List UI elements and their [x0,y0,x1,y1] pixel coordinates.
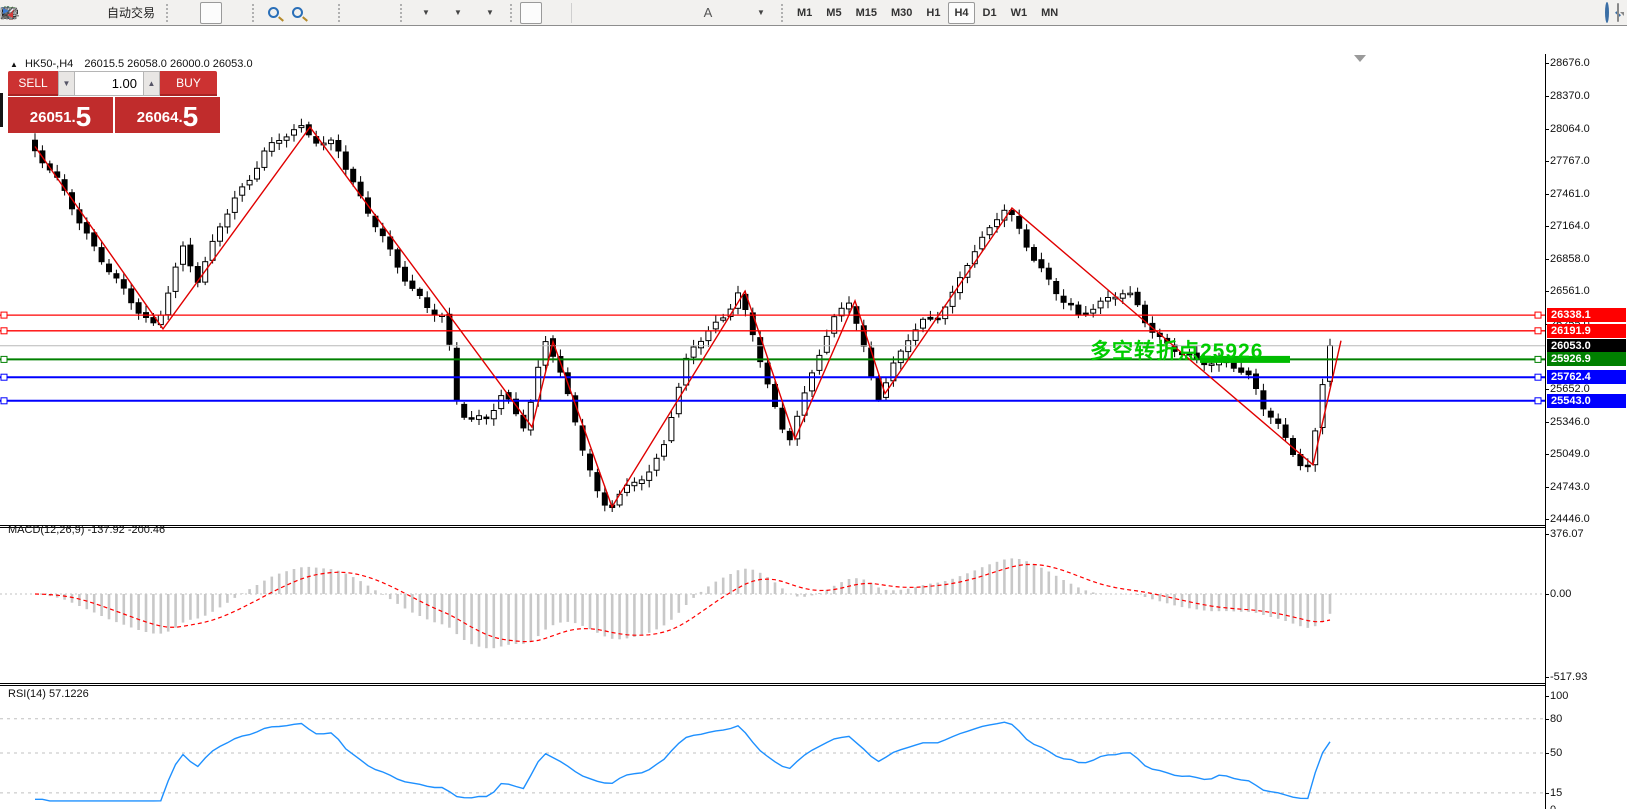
tab-timeframe-mn[interactable]: MN [1035,2,1064,24]
level-price-label: 25926.9 [1547,352,1626,366]
level-price-label: 26053.0 [1547,339,1626,353]
level-price-label: 25762.4 [1547,370,1626,384]
fibonacci-icon[interactable]: F [1,2,695,24]
price-tick-label: 27767.0 [1550,155,1590,167]
rsi-tick-label: 50 [1550,747,1563,759]
volume-input[interactable] [75,71,143,96]
price-tick-label: 28676.0 [1550,57,1590,69]
equidistant-channel-icon[interactable]: E [0,2,671,24]
one-click-trading-panel: SELL ▼ ▲ BUY 26051. 5 26064. 5 [8,71,220,133]
macd-splitter[interactable] [0,525,1546,526]
brush-icon[interactable] [1,2,49,24]
profile-icon[interactable] [1,2,73,24]
chart-shift-icon[interactable] [4,2,394,24]
rsi-panel-canvas[interactable] [0,686,1627,809]
zoom-in-icon[interactable] [262,2,284,24]
rsi-tick-label: 15 [1550,787,1563,799]
text-icon[interactable]: A [697,2,719,24]
tab-timeframe-m30[interactable]: M30 [885,2,918,24]
mt4-window: 单 自动交易 ▼ ▼ ▼ E F A T ▼ M1 [0,0,1627,809]
sell-price-small: 26051. [29,109,76,126]
auto-scroll-icon[interactable] [2,2,370,24]
level-price-label: 26338.1 [1547,308,1626,322]
chart-window[interactable]: ▲ HK50-,H4 26015.5 26058.0 26000.0 26053… [0,27,1627,809]
tab-timeframe-m5[interactable]: M5 [820,2,847,24]
tab-timeframe-h1[interactable]: H1 [920,2,946,24]
rsi-splitter[interactable] [0,683,1546,684]
price-tick-label: 28370.0 [1550,90,1590,102]
rsi-tick-label: 100 [1550,690,1569,702]
volume-decrease-button[interactable]: ▼ [58,71,75,96]
sell-price[interactable]: 26051. 5 [8,97,113,133]
tab-timeframe-d1[interactable]: D1 [977,2,1003,24]
tab-timeframe-w1[interactable]: W1 [1005,2,1034,24]
autotrade-label: 自动交易 [107,6,156,20]
macd-tick-label: 376.07 [1550,528,1584,540]
sell-price-big: 5 [75,101,92,132]
price-tick-label: 24446.0 [1550,513,1590,525]
candlestick-icon[interactable] [2,1,223,24]
price-tick-label: 24743.0 [1550,481,1590,493]
period-clock-icon[interactable]: ▼ [0,2,472,24]
line-chart-icon[interactable] [0,2,246,24]
pivot-annotation: 多空转折点25926 [1090,340,1264,363]
bar-chart-icon[interactable] [1,2,198,24]
tab-timeframe-m1[interactable]: M1 [791,2,818,24]
arrows-icon[interactable]: ▼ [3,2,775,24]
price-tick-label: 26561.0 [1550,285,1590,297]
search-icon[interactable] [1605,1,1609,23]
volume-increase-button[interactable]: ▲ [143,71,160,96]
vertical-line-icon[interactable] [4,2,599,24]
buy-price-small: 26064. [136,109,183,126]
buy-price[interactable]: 26064. 5 [115,97,220,133]
rsi-label: RSI(14) 57.1226 [8,688,89,700]
price-tick-label: 25346.0 [1550,416,1590,428]
macd-label: MACD(12,26,9) -137.92 -200.46 [8,524,166,536]
price-tick-label: 27461.0 [1550,188,1590,200]
rsi-tick-label: 0 [1550,804,1556,809]
rsi-tick-label: 80 [1550,713,1563,725]
toolbar: 单 自动交易 ▼ ▼ ▼ E F A T ▼ M1 [0,0,1627,26]
macd-tick-label: 0.00 [1550,588,1572,600]
tab-timeframe-m15[interactable]: M15 [850,2,883,24]
tile-windows-icon[interactable] [1,2,332,24]
price-tick-label: 28064.0 [1550,123,1590,135]
macd-tick-label: -517.93 [1550,671,1588,683]
sell-button[interactable]: SELL [8,71,58,96]
template-icon[interactable]: ▼ [0,2,504,24]
crosshair-icon[interactable] [1,2,566,24]
cursor-icon[interactable] [2,1,543,24]
level-price-label: 25543.0 [1547,394,1626,408]
price-chart-canvas[interactable] [0,54,1627,525]
zoom-out-icon[interactable] [286,2,308,24]
horizontal-line-icon[interactable] [1,2,623,24]
autotrade-button[interactable]: 自动交易 [0,2,160,24]
level-price-label: 26191.9 [1547,324,1626,338]
price-tick-label: 26858.0 [1550,253,1590,265]
trendline-icon[interactable] [0,2,647,24]
price-tick-label: 27164.0 [1550,220,1590,232]
new-chart-button[interactable]: ▼ [0,2,440,24]
price-tick-label: 25049.0 [1550,448,1590,460]
tab-timeframe-h4[interactable]: H4 [948,1,975,24]
signal-icon[interactable] [3,2,97,24]
buy-price-big: 5 [182,101,199,132]
macd-panel-canvas[interactable] [0,528,1627,683]
text-label-icon[interactable]: T [0,2,743,24]
buy-button[interactable]: BUY [160,71,217,96]
